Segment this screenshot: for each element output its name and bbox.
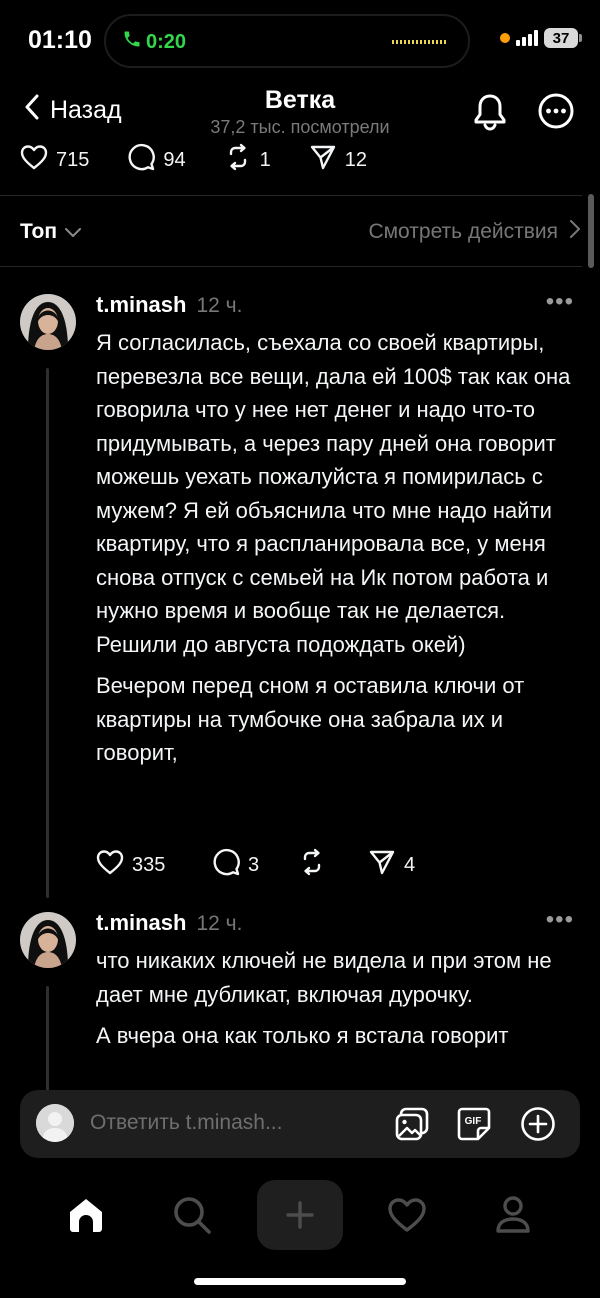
timestamp: 12 ч. [196,912,243,935]
divider [0,266,582,267]
avatar[interactable] [20,294,76,350]
repost-button[interactable] [298,848,368,882]
send-icon [309,143,337,177]
bell-icon[interactable] [471,92,509,137]
status-time: 01:10 [28,26,92,54]
home-indicator[interactable] [194,1278,406,1285]
repost-icon [224,143,252,177]
like-count: 715 [56,148,90,171]
sort-bar: Топ Смотреть действия [20,220,580,248]
view-count: 37,2 тыс. посмотрели [210,117,390,137]
bottom-tab-bar [0,1180,600,1250]
comment-icon [127,143,156,177]
heart-icon [20,144,48,176]
page-title: Ветка [264,86,336,114]
reply-text: что никаких ключей не видела и при этом … [96,944,586,1053]
repost-icon [298,848,326,882]
reply-composer[interactable]: GIF [20,1090,580,1158]
call-duration: 0:20 [146,30,187,53]
reply-input[interactable] [90,1108,340,1138]
reply-paragraph: Я согласилась, съехала со своей квартиры… [96,330,571,657]
reply-count: 94 [163,148,186,171]
thread-line [46,368,49,898]
gif-icon[interactable]: GIF [456,1106,492,1147]
share-count: 4 [404,853,416,876]
phone-icon [122,29,142,55]
like-button[interactable]: 715 [20,144,89,176]
comment-icon [212,848,240,882]
scrollbar[interactable] [588,194,594,268]
reply-button[interactable]: 3 [212,848,298,882]
more-options-icon[interactable] [537,92,575,135]
reply-count: 3 [248,853,260,876]
activity-heart-icon[interactable] [372,1180,442,1250]
thread-line [46,986,49,1090]
reply-meta: t.minash 12 ч. [96,292,242,318]
repost-count: 1 [259,148,271,171]
reply-paragraph: что никаких ключей не видела и при этом … [96,948,552,1007]
share-button[interactable]: 4 [368,848,415,882]
reply-paragraph: А вчера она как только я встала говорит [96,1023,509,1048]
reply-meta: t.minash 12 ч. [96,910,242,936]
reply-text: Я согласилась, съехала со своей квартиры… [96,326,586,770]
status-indicators: 37 [500,28,582,48]
repost-button[interactable]: 1 [224,143,271,177]
share-count: 12 [344,148,367,171]
add-icon[interactable] [520,1106,556,1147]
more-icon[interactable]: ••• [546,910,574,934]
like-button[interactable]: 335 [96,849,212,881]
thread-header: Назад Ветка 37,2 тыс. посмотрели [0,84,600,144]
send-icon [368,848,396,882]
status-bar: 01:10 0:20 37 [0,0,600,84]
view-activity-label: Смотреть действия [368,220,558,243]
profile-icon[interactable] [478,1180,548,1250]
divider [0,195,582,196]
username[interactable]: t.minash [96,292,186,318]
battery-icon: 37 [544,28,582,48]
heart-icon [96,849,124,881]
cellular-signal-icon [516,30,538,46]
username[interactable]: t.minash [96,910,186,936]
battery-level: 37 [552,29,570,47]
sort-label: Топ [20,220,58,243]
chevron-down-icon [65,220,82,244]
sort-dropdown[interactable]: Топ [20,220,82,244]
reply-actions: 335 3 4 [96,848,415,882]
create-icon[interactable] [257,1180,343,1250]
mic-indicator-icon [500,33,510,43]
view-activity-link[interactable]: Смотреть действия [368,220,580,244]
reply-item: t.minash 12 ч. ••• что никаких ключей не… [0,910,600,1090]
chevron-right-icon [570,220,580,244]
timestamp: 12 ч. [196,294,243,317]
avatar[interactable] [20,912,76,968]
dynamic-island[interactable]: 0:20 [104,14,470,68]
post-engagement-bar: 715 94 1 12 [20,143,405,177]
call-indicator[interactable]: 0:20 [122,29,186,55]
gallery-icon[interactable] [394,1106,430,1147]
home-icon[interactable] [51,1180,121,1250]
svg-text:GIF: GIF [465,1116,482,1127]
reply-paragraph: Вечером перед сном я оставила ключи от к… [96,673,525,765]
reply-item: t.minash 12 ч. ••• Я согласилась, съехал… [0,288,600,900]
share-button[interactable]: 12 [309,143,367,177]
reply-button[interactable]: 94 [127,143,186,177]
avatar [36,1104,74,1142]
audio-wave-icon [392,40,448,44]
search-icon[interactable] [157,1180,227,1250]
like-count: 335 [132,853,166,876]
more-icon[interactable]: ••• [546,288,574,316]
